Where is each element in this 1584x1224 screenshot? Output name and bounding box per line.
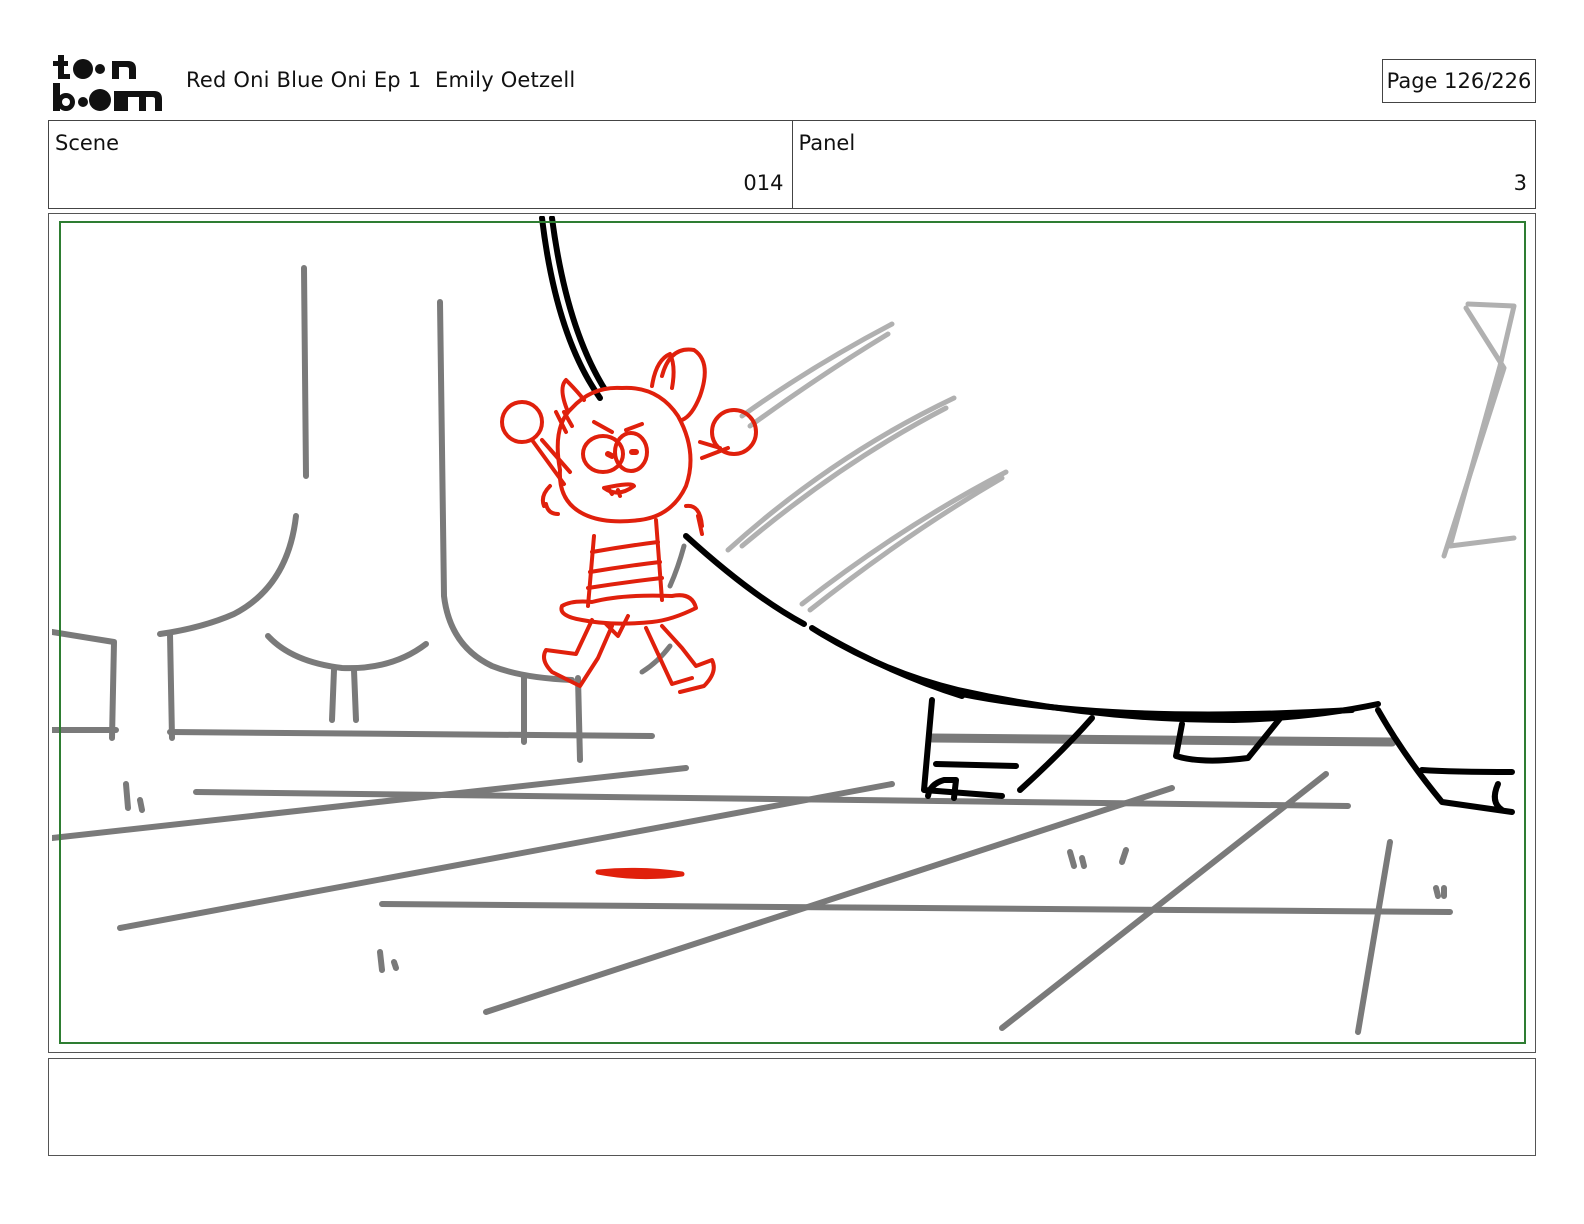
page-number: Page 126/226 [1382, 59, 1536, 103]
scene-label: Scene [55, 131, 120, 155]
scene-cell: Scene 014 [49, 121, 792, 208]
scene-value: 014 [743, 171, 784, 195]
panel-cell: Panel 3 [791, 121, 1536, 208]
panel-label: Panel [798, 131, 856, 155]
panel-value: 3 [1513, 171, 1527, 195]
safe-area-frame [59, 221, 1526, 1044]
scene-panel-info: Scene 014 Panel 3 [48, 120, 1536, 209]
panel-notes-box [48, 1058, 1536, 1156]
document-title: Red Oni Blue Oni Ep 1 Emily Oetzell [186, 68, 576, 92]
toonboom-logo [50, 50, 166, 114]
